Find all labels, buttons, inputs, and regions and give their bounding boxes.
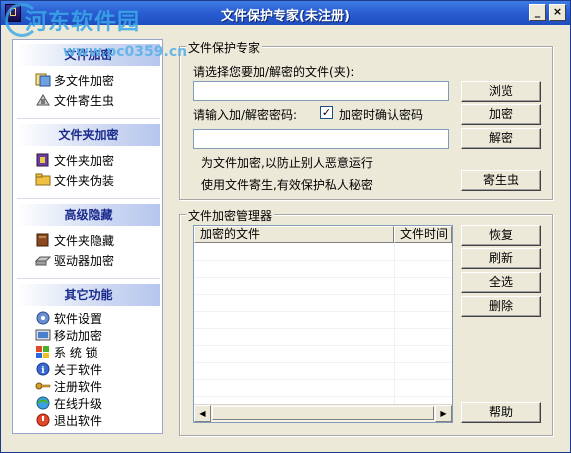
sidebar-item-label: 文件夹隐藏 (54, 234, 115, 248)
sidebar-item-label: 系 统 锁 (54, 346, 98, 360)
file-parasite-icon (35, 93, 51, 107)
close-button[interactable]: × (549, 4, 566, 21)
multi-file-encrypt-icon (35, 73, 51, 87)
minimize-button[interactable]: _ (529, 4, 546, 21)
sidebar-item-folder-disguise[interactable]: 文件夹伪装 (35, 172, 114, 190)
grid-line (194, 362, 452, 363)
confirm-password-label: 加密时确认密码 (339, 108, 424, 122)
drive-encrypt-icon (34, 253, 52, 267)
file-path-input[interactable] (193, 81, 449, 101)
sidebar-item-label: 文件夹加密 (54, 154, 115, 168)
scroll-right-arrow-icon[interactable]: ▶ (435, 405, 452, 422)
grid-line (194, 277, 452, 278)
grid-line (194, 328, 452, 329)
section-folder-encrypt-header[interactable]: 文件夹加密 (17, 124, 160, 146)
sidebar-item-label: 文件寄生虫 (54, 94, 115, 108)
delete-button[interactable]: 删除 (461, 296, 541, 317)
column-file-time[interactable]: 文件时间 (394, 226, 452, 243)
grid-line (194, 379, 452, 380)
list-header: 加密的文件 文件时间 (194, 226, 452, 243)
grid-line (194, 294, 452, 295)
grid-line (194, 396, 452, 397)
mobile-encrypt-icon (35, 328, 51, 342)
sidebar-item-online-update[interactable]: 在线升级 (35, 395, 102, 413)
system-lock-icon (35, 345, 51, 359)
refresh-button[interactable]: 刷新 (461, 248, 541, 269)
section-divider (17, 198, 160, 199)
sidebar-item-about[interactable]: i 关于软件 (35, 361, 102, 379)
section-divider (17, 278, 160, 279)
watermark-text: 河东软件园 (25, 9, 141, 35)
watermark-url: www.pc0359.cn (63, 44, 188, 60)
folder-disguise-icon (35, 173, 51, 187)
encrypt-button[interactable]: 加密 (461, 104, 541, 125)
scroll-left-arrow-icon[interactable]: ◀ (194, 405, 211, 422)
password-input[interactable] (193, 129, 449, 149)
password-label: 请输入加/解密密码: (193, 108, 298, 122)
grid-line (194, 311, 452, 312)
sidebar-item-folder-encrypt[interactable]: 文件夹加密 (35, 152, 114, 170)
sidebar-item-label: 软件设置 (54, 312, 103, 326)
grid-line (194, 345, 452, 346)
main-window: 文件保护专家(未注册) _ × 河东软件园 www.pc0359.cn 文件加密… (0, 0, 571, 453)
file-protect-group-title: 文件保护专家 (186, 39, 263, 56)
settings-icon (35, 311, 51, 325)
sidebar-item-label: 移动加密 (54, 329, 103, 343)
sidebar-item-file-parasite[interactable]: 文件寄生虫 (35, 92, 114, 110)
sidebar-item-label: 在线升级 (54, 397, 103, 411)
sidebar-item-folder-hide[interactable]: 文件夹隐藏 (35, 232, 114, 250)
folder-encrypt-icon (35, 153, 51, 167)
folder-hide-icon (35, 233, 51, 247)
sidebar-item-label: 驱动器加密 (54, 254, 115, 268)
watermark-logo-icon (5, 3, 39, 37)
grid-line (194, 260, 452, 261)
decrypt-button[interactable]: 解密 (461, 128, 541, 149)
encrypted-files-list[interactable]: 加密的文件 文件时间 ◀ ▶ (193, 225, 453, 423)
register-key-icon (35, 379, 51, 393)
exit-icon (35, 413, 51, 427)
sidebar-item-system-lock[interactable]: 系 统 锁 (35, 344, 98, 362)
section-other-header[interactable]: 其它功能 (17, 284, 160, 306)
sidebar-item-mobile-encrypt[interactable]: 移动加密 (35, 327, 102, 345)
sidebar-item-settings[interactable]: 软件设置 (35, 310, 102, 328)
column-divider (394, 243, 395, 405)
confirm-password-checkbox[interactable]: ✓ (320, 106, 333, 119)
select-all-button[interactable]: 全选 (461, 272, 541, 293)
info-icon: i (35, 362, 51, 376)
sidebar-item-label: 关于软件 (54, 363, 103, 377)
restore-button[interactable]: 恢复 (461, 225, 541, 246)
scroll-thumb[interactable] (212, 406, 434, 420)
select-file-label: 请选择您要加/解密的文件(夹): (193, 65, 355, 79)
column-encrypted-file[interactable]: 加密的文件 (194, 226, 394, 243)
horizontal-scrollbar[interactable]: ◀ ▶ (194, 404, 452, 422)
sidebar-item-register[interactable]: 注册软件 (35, 378, 102, 396)
sidebar-item-label: 多文件加密 (54, 74, 115, 88)
sidebar-item-multi-file-encrypt[interactable]: 多文件加密 (35, 72, 114, 90)
browse-button[interactable]: 浏览 (461, 81, 541, 102)
info-line-1: 为文件加密,以防止别人恶意运行 (201, 156, 373, 170)
help-button[interactable]: 帮助 (461, 402, 541, 423)
online-update-icon (35, 396, 51, 410)
sidebar-item-label: 注册软件 (54, 380, 103, 394)
sidebar-item-exit[interactable]: 退出软件 (35, 412, 102, 430)
svg-text:i: i (41, 366, 45, 376)
sidebar: 文件加密 多文件加密 文件寄生虫 文件夹加密 文件夹加密 文件夹伪装 高级隐藏 (12, 39, 163, 434)
sidebar-item-label: 文件夹伪装 (54, 174, 115, 188)
section-advanced-hide-header[interactable]: 高级隐藏 (17, 204, 160, 226)
sidebar-item-label: 退出软件 (54, 414, 103, 428)
section-divider (17, 118, 160, 119)
info-line-2: 使用文件寄生,有效保护私人秘密 (201, 178, 373, 192)
parasite-button[interactable]: 寄生虫 (461, 170, 541, 191)
sidebar-item-drive-encrypt[interactable]: 驱动器加密 (34, 252, 115, 270)
encrypt-manager-group-title: 文件加密管理器 (186, 207, 275, 224)
